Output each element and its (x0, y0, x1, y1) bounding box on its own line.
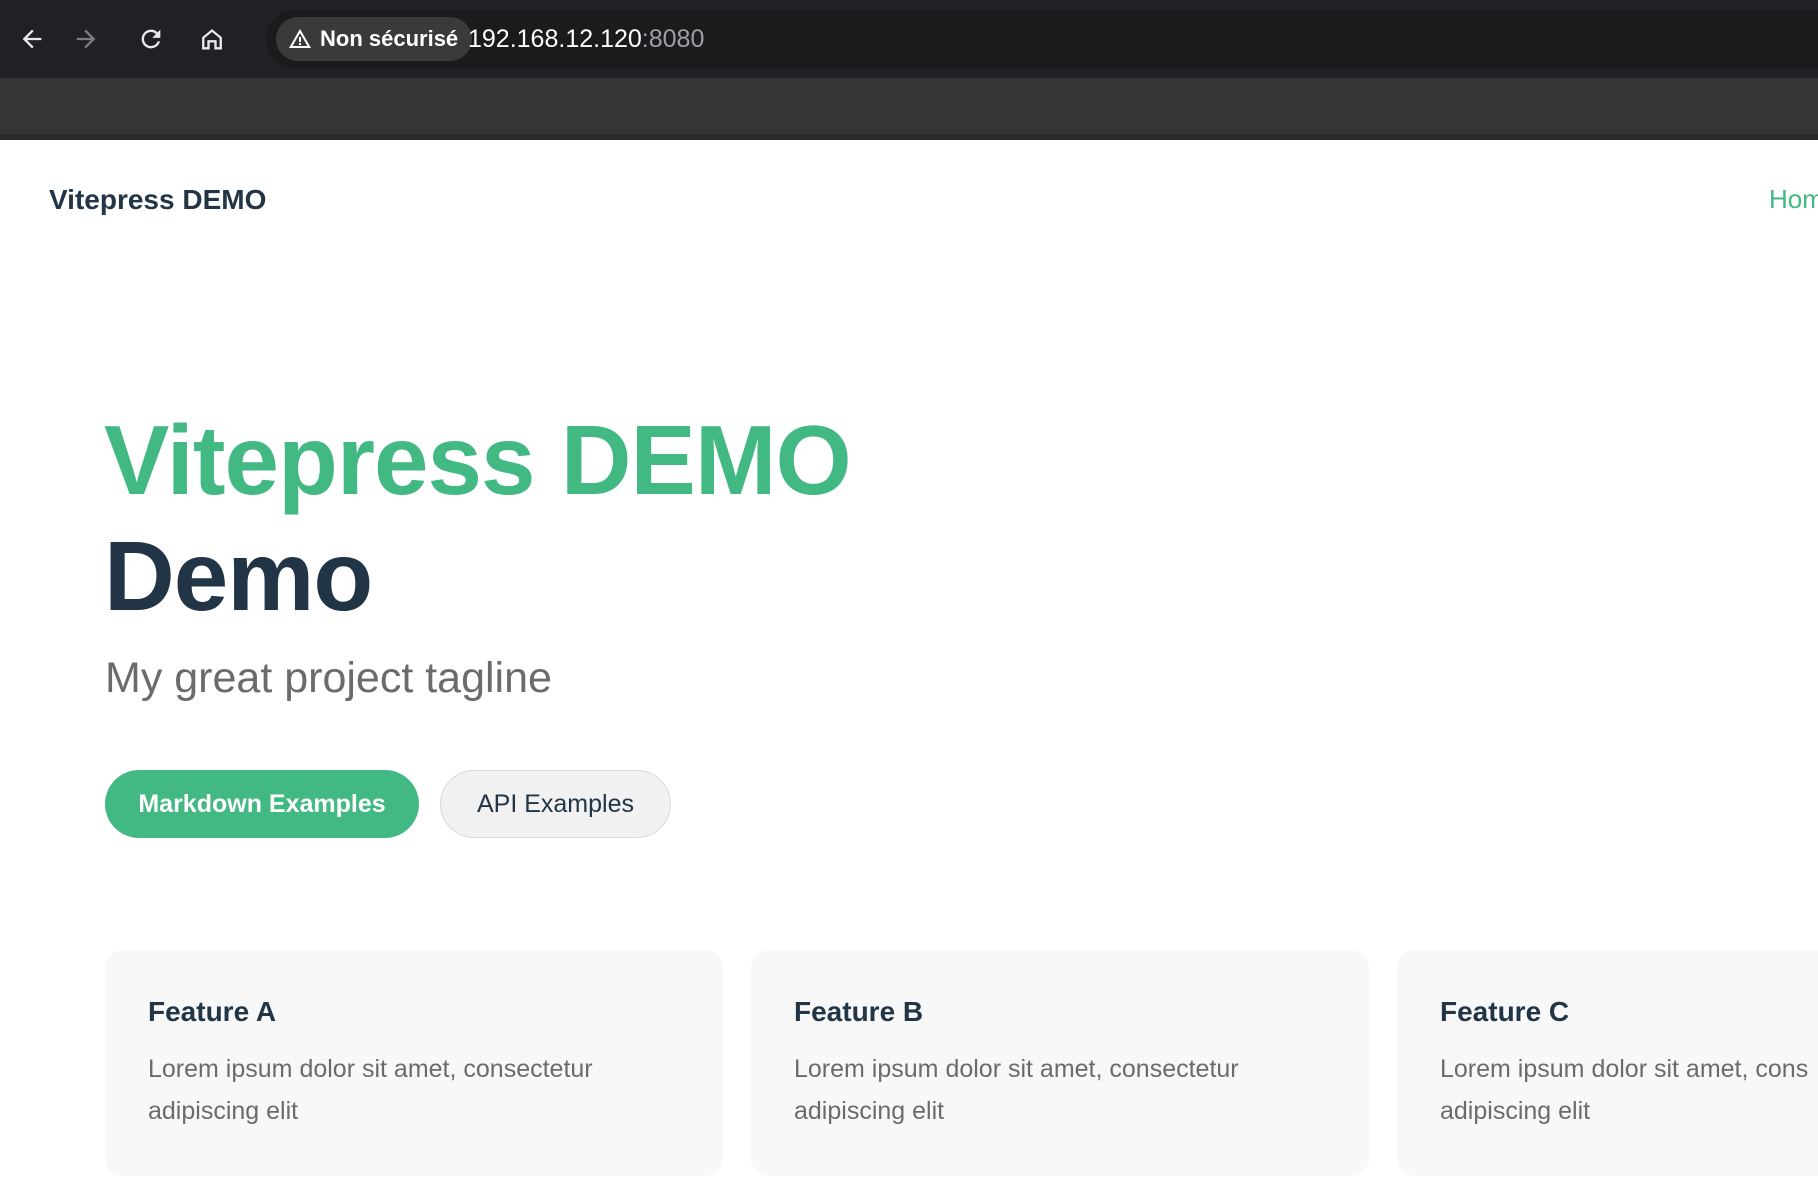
browser-chrome: Non sécurisé 192.168.12.120:8080 (0, 0, 1818, 140)
hero-name: Vitepress DEMO (104, 405, 852, 515)
url-host: 192.168.12.120 (468, 24, 642, 53)
browser-toolbar: Non sécurisé 192.168.12.120:8080 (0, 0, 1818, 78)
home-button[interactable] (191, 18, 233, 60)
site-title[interactable]: Vitepress DEMO (49, 184, 266, 216)
url-port: :8080 (641, 24, 705, 53)
feature-details-line2: adipiscing elit (794, 1097, 945, 1125)
forward-arrow-icon (76, 29, 96, 49)
address-bar[interactable]: Non sécurisé 192.168.12.120:8080 (266, 10, 1818, 68)
feature-card-b: Feature B Lorem ipsum dolor sit amet, co… (751, 950, 1369, 1176)
url-text[interactable]: 192.168.12.120:8080 (468, 10, 704, 68)
page-content: Vitepress DEMO Hom Vitepress DEMO Demo M… (0, 140, 1818, 1194)
hero-tagline: My great project tagline (105, 654, 552, 702)
feature-details-line2: adipiscing elit (1440, 1097, 1591, 1125)
feature-details-line2: adipiscing elit (148, 1097, 299, 1125)
feature-details-line1: Lorem ipsum dolor sit amet, consectetur (794, 1055, 1239, 1083)
back-button[interactable] (11, 18, 53, 60)
feature-title: Feature A (148, 996, 277, 1027)
forward-button[interactable] (65, 18, 107, 60)
security-label: Non sécurisé (320, 26, 459, 51)
hero-text: Demo (104, 521, 373, 631)
markdown-examples-button[interactable]: Markdown Examples (105, 770, 419, 838)
security-indicator[interactable]: Non sécurisé (276, 17, 473, 61)
feature-card-c: Feature C Lorem ipsum dolor sit amet, co… (1397, 950, 1818, 1176)
back-arrow-icon (22, 29, 42, 49)
api-examples-button[interactable]: API Examples (440, 770, 671, 838)
home-icon (202, 29, 222, 50)
feature-card-a: Feature A Lorem ipsum dolor sit amet, co… (105, 950, 723, 1176)
feature-title: Feature C (1440, 996, 1570, 1027)
feature-details-line1: Lorem ipsum dolor sit amet, consectetur (148, 1055, 593, 1083)
warning-icon (289, 29, 311, 48)
reload-icon (141, 29, 161, 49)
reload-button[interactable] (130, 18, 172, 60)
nav-link-home[interactable]: Hom (1769, 184, 1818, 215)
feature-details-line1: Lorem ipsum dolor sit amet, cons (1440, 1055, 1809, 1083)
feature-title: Feature B (794, 996, 924, 1027)
